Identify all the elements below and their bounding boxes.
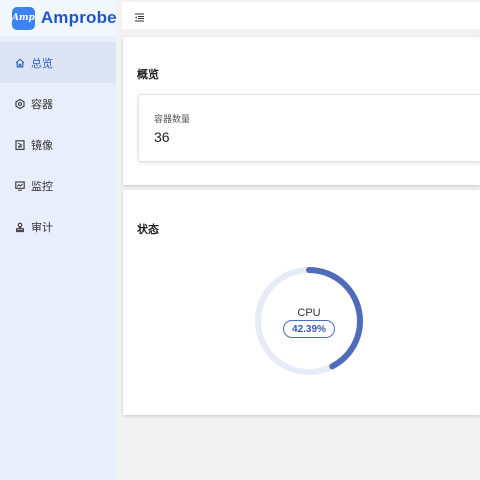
container-icon xyxy=(14,98,26,110)
image-icon xyxy=(14,139,26,151)
sidebar-item-label: 总览 xyxy=(31,57,53,70)
status-card: 状态 CPU 42.39% xyxy=(123,190,480,415)
home-icon xyxy=(14,57,26,69)
container-count-stat: 容器数量 36 xyxy=(138,94,480,162)
top-bar xyxy=(122,2,480,29)
overview-title: 概览 xyxy=(137,69,159,81)
status-title: 状态 xyxy=(137,224,159,236)
cpu-gauge: CPU 42.39% xyxy=(253,265,365,377)
sidebar-item-images[interactable]: 镜像 xyxy=(0,124,116,165)
sidebar-item-audit[interactable]: 审计 xyxy=(0,206,116,247)
app-logo[interactable]: Amp Amprobe xyxy=(0,0,117,36)
sidebar-nav: 总览 容器 镜像 监控 审计 xyxy=(0,42,116,247)
menu-fold-icon[interactable] xyxy=(134,10,145,22)
sidebar-item-monitoring[interactable]: 监控 xyxy=(0,165,116,206)
audit-icon xyxy=(14,221,26,233)
sidebar-item-label: 审计 xyxy=(31,221,53,234)
gauge-label: CPU xyxy=(297,307,321,319)
stat-label: 容器数量 xyxy=(154,114,191,124)
cpu-percent-badge: 42.39% xyxy=(283,320,335,338)
monitor-icon xyxy=(14,180,26,192)
app-name: Amprobe xyxy=(40,8,117,27)
sidebar-item-label: 容器 xyxy=(31,98,53,111)
logo-badge: Amp xyxy=(12,6,35,30)
stat-value: 36 xyxy=(154,129,170,145)
sidebar-item-label: 监控 xyxy=(31,180,53,193)
sidebar: Amp Amprobe 总览 容器 镜像 监控 审计 xyxy=(0,0,117,480)
overview-card: 概览 容器数量 36 xyxy=(123,37,480,185)
sidebar-item-containers[interactable]: 容器 xyxy=(0,83,116,124)
sidebar-item-label: 镜像 xyxy=(31,139,53,152)
sidebar-item-overview[interactable]: 总览 xyxy=(0,42,116,83)
